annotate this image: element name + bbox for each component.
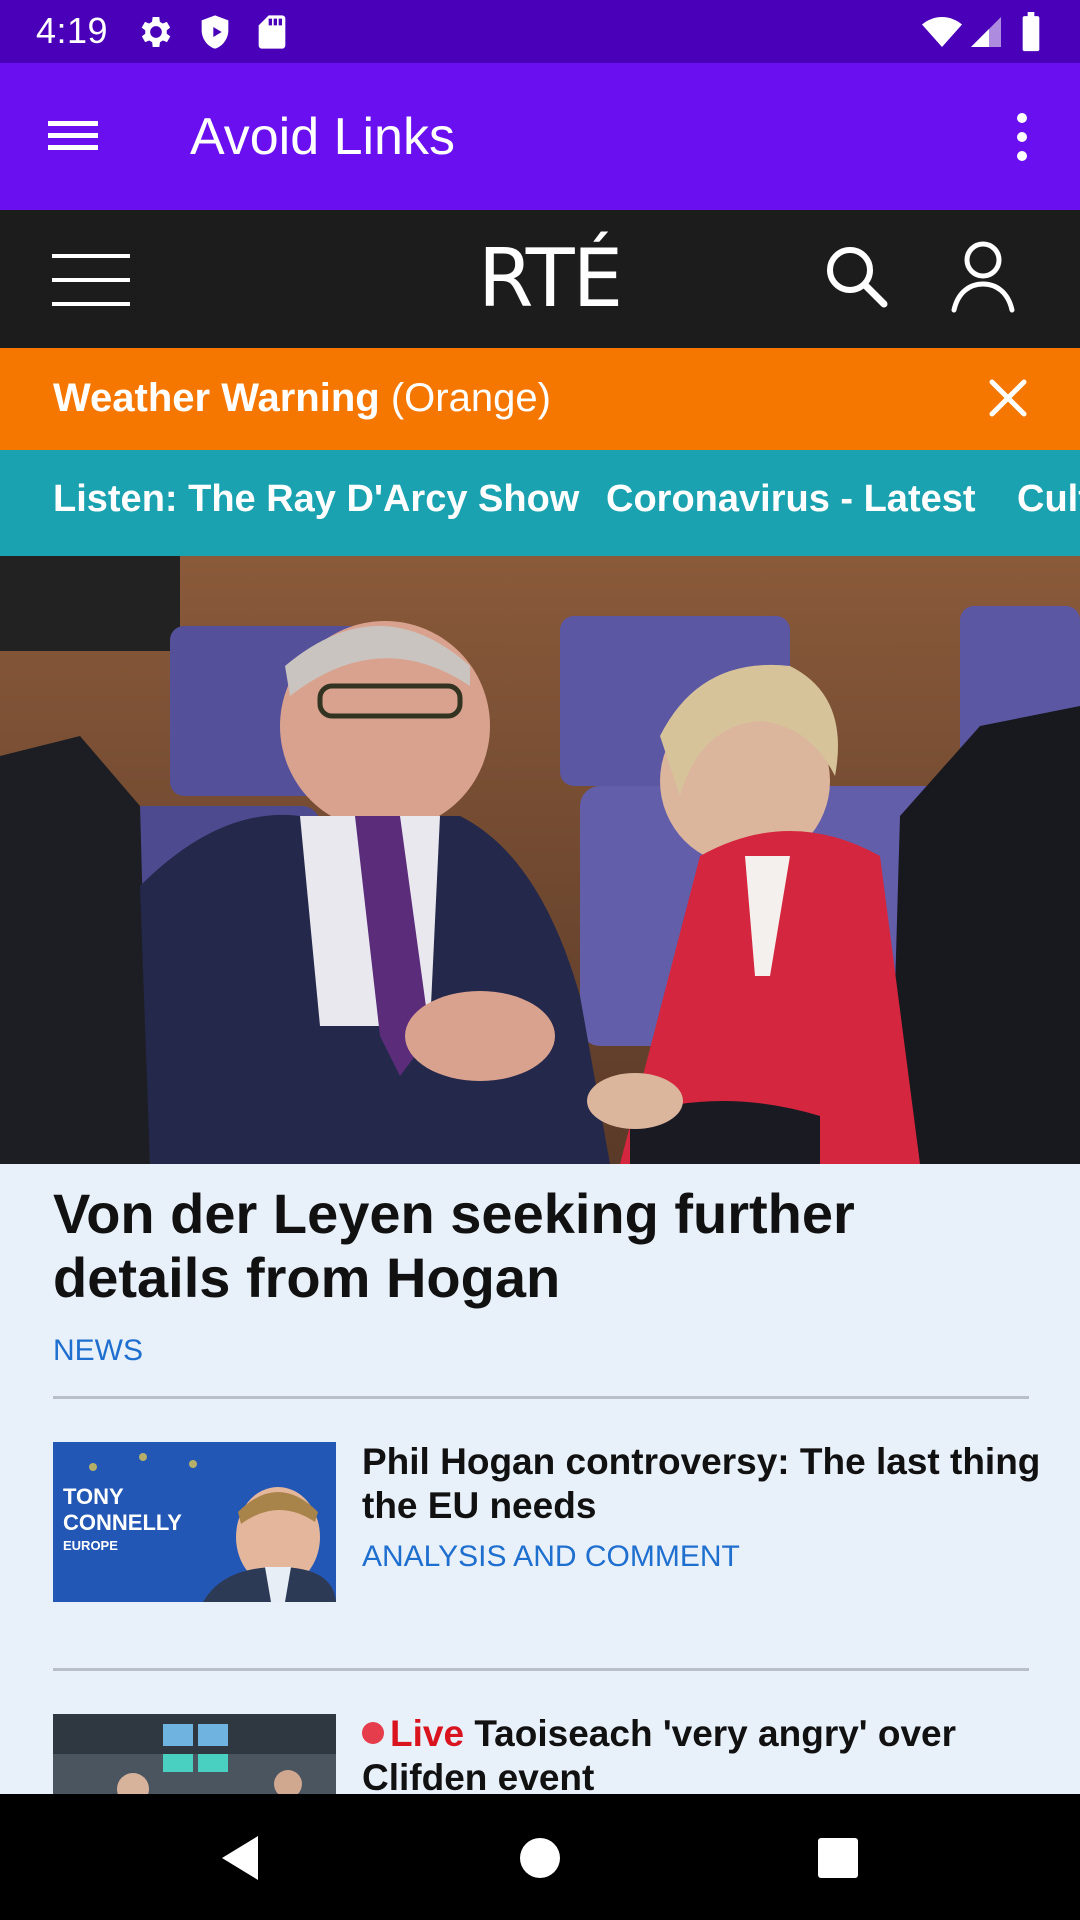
thumb-text-line1: TONY [63, 1484, 124, 1509]
app-title: Avoid Links [190, 108, 455, 166]
status-bar: 4:19 [0, 0, 1080, 63]
signal-icon [968, 12, 1004, 52]
hero-tag[interactable]: NEWS [53, 1334, 143, 1368]
wifi-icon [920, 12, 964, 52]
weather-warning-text: Weather Warning (Orange) [53, 376, 551, 421]
weather-warning-label: Weather Warning [53, 376, 380, 420]
content-area: Von der Leyen seeking further details fr… [0, 1164, 1080, 1794]
live-indicator-icon [362, 1722, 384, 1744]
divider [53, 1396, 1029, 1399]
settings-icon [136, 12, 176, 52]
hamburger-menu-icon[interactable] [40, 107, 104, 163]
story-thumbnail[interactable]: TONY CONNELLY EUROPE [53, 1442, 336, 1602]
nav-link-ray-darcy[interactable]: Listen: The Ray D'Arcy Show [53, 478, 579, 521]
account-icon[interactable] [948, 234, 1018, 318]
search-icon[interactable] [822, 238, 892, 318]
thumb-text-line3: EUROPE [63, 1538, 118, 1553]
recents-icon[interactable] [808, 1828, 868, 1888]
story-title-live[interactable]: Live Taoiseach 'very angry' over Clifden… [362, 1712, 1042, 1794]
nav-link-coronavirus[interactable]: Coronavirus - Latest [606, 478, 976, 521]
battery-icon [1016, 12, 1046, 52]
live-label: Live [390, 1713, 465, 1754]
story-thumbnail[interactable] [53, 1714, 336, 1794]
back-icon[interactable] [212, 1828, 272, 1888]
hero-image[interactable] [0, 556, 1080, 1164]
sd-card-icon [252, 12, 292, 52]
shield-icon [195, 12, 235, 52]
weather-warning-banner[interactable]: Weather Warning (Orange) [0, 348, 1080, 450]
divider [53, 1668, 1029, 1671]
app-bar: Avoid Links [0, 63, 1080, 210]
hero-headline[interactable]: Von der Leyen seeking further details fr… [53, 1182, 1033, 1310]
status-time: 4:19 [36, 10, 109, 51]
weather-warning-level: (Orange) [390, 376, 551, 420]
close-icon[interactable] [986, 376, 1030, 420]
more-vert-icon[interactable] [1000, 105, 1044, 169]
hamburger-menu-icon[interactable] [50, 240, 134, 320]
thumb-text-line2: CONNELLY [63, 1510, 182, 1535]
rte-logo[interactable]: RTÉ [478, 232, 623, 325]
home-icon[interactable] [510, 1828, 570, 1888]
nav-link-culture[interactable]: Cult [1017, 478, 1080, 521]
topic-nav-strip: Listen: The Ray D'Arcy Show Coronavirus … [0, 450, 1080, 556]
story-tag[interactable]: ANALYSIS AND COMMENT [362, 1540, 740, 1574]
site-header: RTÉ [0, 210, 1080, 348]
system-nav-bar [0, 1794, 1080, 1920]
story-title[interactable]: Phil Hogan controversy: The last thing t… [362, 1440, 1042, 1528]
